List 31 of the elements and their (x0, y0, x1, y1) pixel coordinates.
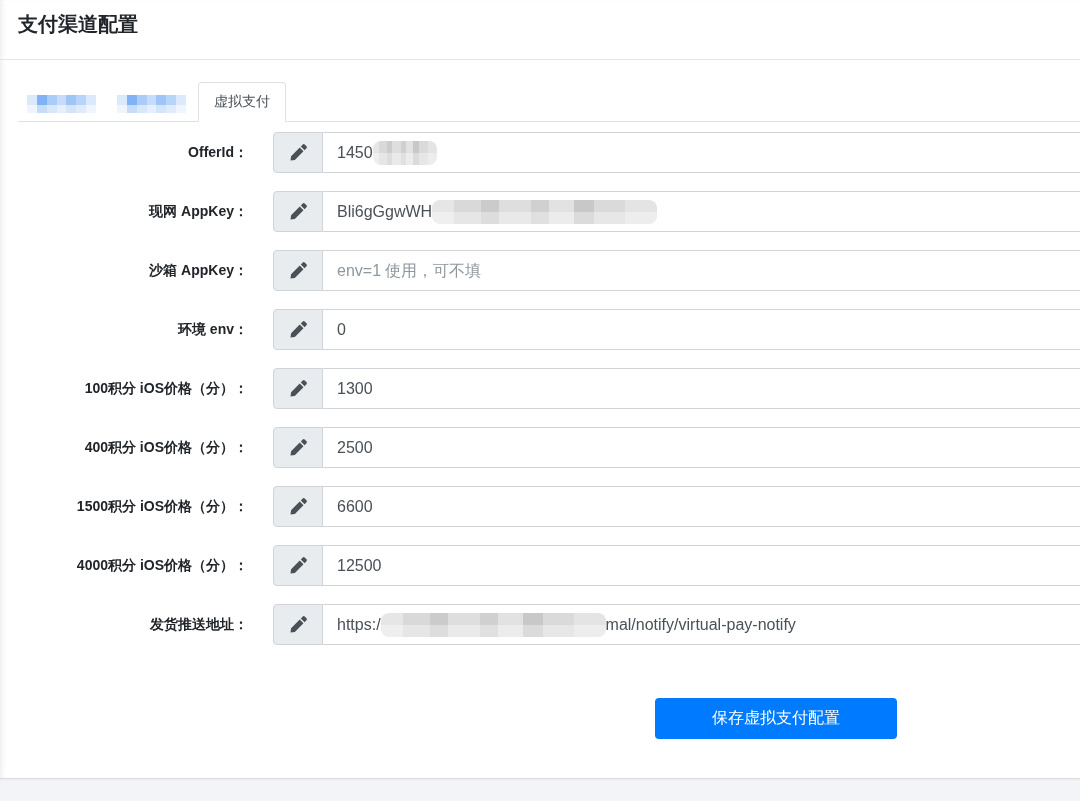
input-field[interactable]: 6600 (323, 486, 1080, 527)
input-field[interactable]: env=1 使用，可不填 (323, 250, 1080, 291)
pencil-icon (289, 557, 307, 574)
field-label: 100积分 iOS价格（分）： (83, 379, 248, 398)
pencil-icon (289, 262, 307, 279)
field-label: 400积分 iOS价格（分）： (83, 438, 248, 457)
tab[interactable]: 虚拟支付 (198, 82, 286, 122)
field-label: 4000积分 iOS价格（分）： (75, 556, 248, 575)
save-button[interactable]: 保存虚拟支付配置 (655, 698, 897, 739)
field-label: 沙箱 AppKey： (148, 261, 248, 280)
field-label: 环境 env： (176, 320, 248, 339)
field-label: 发货推送地址： (149, 615, 248, 634)
input-field[interactable]: 1450 (323, 132, 1080, 173)
input-field[interactable]: 0 (323, 309, 1080, 350)
input-field[interactable]: 2500 (323, 427, 1080, 468)
field-label: 1500积分 iOS价格（分）： (75, 497, 248, 516)
pencil-icon (289, 380, 307, 397)
pixelated-block (372, 140, 437, 165)
input-field[interactable]: 1300 (323, 368, 1080, 409)
input-field[interactable]: 12500 (323, 545, 1080, 586)
input-field[interactable]: Bli6gGgwWH (323, 191, 1080, 232)
field-label: OfferId： (187, 143, 248, 162)
pencil-icon (289, 616, 307, 633)
pencil-icon (289, 144, 307, 161)
input-field[interactable]: https:/ mal/notify/virtual-pay-notify (323, 604, 1080, 645)
field-label: 现网 AppKey： (147, 202, 248, 221)
pencil-icon (289, 439, 307, 456)
pencil-icon (289, 203, 307, 220)
page-title: 支付渠道配置 (18, 12, 139, 37)
pencil-icon (289, 321, 307, 338)
pencil-icon (289, 498, 307, 515)
